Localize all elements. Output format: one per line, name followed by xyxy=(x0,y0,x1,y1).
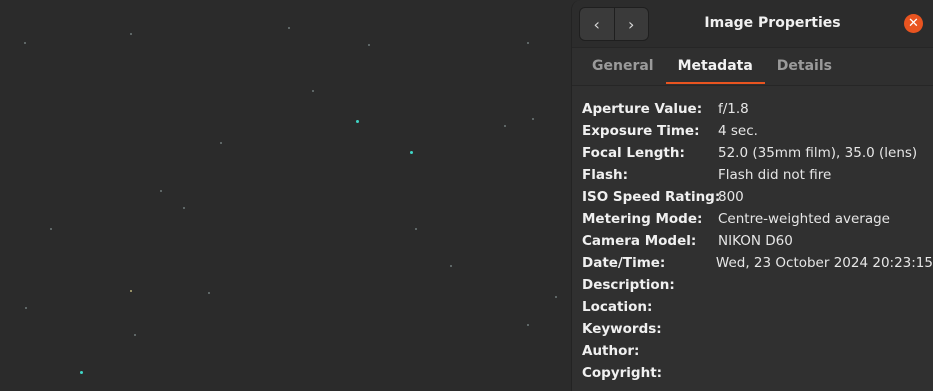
property-value: Wed, 23 October 2024 20:23:15 xyxy=(715,255,933,271)
star xyxy=(527,324,529,326)
star xyxy=(25,307,27,309)
property-label: Camera Model: xyxy=(582,233,697,249)
forward-button[interactable]: › xyxy=(613,8,649,40)
close-button[interactable]: ✕ xyxy=(904,14,923,33)
chevron-right-icon: › xyxy=(628,14,635,34)
metadata-row: Keywords: xyxy=(582,318,933,340)
star xyxy=(50,228,52,230)
star xyxy=(183,207,185,209)
panel-header: ‹ › Image Properties ✕ xyxy=(572,0,933,47)
panel-title: Image Properties xyxy=(704,15,841,31)
chevron-left-icon: ‹ xyxy=(593,14,600,34)
metadata-row: Copyright: xyxy=(582,362,933,384)
metadata-list: Aperture Value: f/1.8 Exposure Time: 4 s… xyxy=(572,86,933,384)
property-label: Flash: xyxy=(582,167,629,183)
tab-details[interactable]: Details xyxy=(765,48,844,84)
star xyxy=(160,190,162,192)
star xyxy=(356,120,359,123)
metadata-row: Date/Time: Wed, 23 October 2024 20:23:15 xyxy=(582,252,933,274)
star xyxy=(288,27,290,29)
star xyxy=(134,334,136,336)
star xyxy=(527,42,529,44)
property-label: Exposure Time: xyxy=(582,123,700,139)
property-label: ISO Speed Rating: xyxy=(582,189,721,205)
metadata-row: ISO Speed Rating: 800 xyxy=(582,186,933,208)
metadata-row: Focal Length: 52.0 (35mm film), 35.0 (le… xyxy=(582,142,933,164)
property-label: Keywords: xyxy=(582,321,662,337)
property-value: f/1.8 xyxy=(718,101,749,117)
metadata-row: Camera Model: NIKON D60 xyxy=(582,230,933,252)
metadata-row: Description: xyxy=(582,274,933,296)
property-label: Aperture Value: xyxy=(582,101,703,117)
tab-metadata[interactable]: Metadata xyxy=(665,48,765,84)
metadata-row: Exposure Time: 4 sec. xyxy=(582,120,933,142)
star xyxy=(80,371,83,374)
property-value: 4 sec. xyxy=(718,123,758,139)
star xyxy=(415,228,417,230)
star xyxy=(130,33,132,35)
star xyxy=(532,118,534,120)
star xyxy=(504,125,506,127)
image-properties-panel: ‹ › Image Properties ✕ General Metadata … xyxy=(571,0,933,391)
property-value: 800 xyxy=(718,189,744,205)
star xyxy=(368,44,370,46)
star xyxy=(555,296,557,298)
star xyxy=(220,142,222,144)
metadata-row: Author: xyxy=(582,340,933,362)
star xyxy=(410,151,413,154)
metadata-row: Metering Mode: Centre-weighted average xyxy=(582,208,933,230)
property-value: NIKON D60 xyxy=(718,233,793,249)
star xyxy=(312,90,314,92)
metadata-row: Flash: Flash did not fire xyxy=(582,164,933,186)
property-label: Location: xyxy=(582,299,653,315)
property-value: Flash did not fire xyxy=(718,167,832,183)
property-label: Copyright: xyxy=(582,365,663,381)
tab-general[interactable]: General xyxy=(580,48,666,84)
metadata-row: Aperture Value: f/1.8 xyxy=(582,98,933,120)
star xyxy=(130,290,132,292)
tab-bar: General Metadata Details xyxy=(572,47,933,86)
property-label: Metering Mode: xyxy=(582,211,703,227)
property-value: Centre-weighted average xyxy=(718,211,890,227)
back-button[interactable]: ‹ xyxy=(580,8,614,40)
property-label: Description: xyxy=(582,277,675,293)
metadata-row: Location: xyxy=(582,296,933,318)
close-icon: ✕ xyxy=(908,16,919,31)
star xyxy=(208,292,210,294)
property-label: Focal Length: xyxy=(582,145,685,161)
star xyxy=(24,42,26,44)
property-value: 52.0 (35mm film), 35.0 (lens) xyxy=(718,145,918,161)
star xyxy=(450,265,452,267)
navigation-group: ‹ › xyxy=(579,7,649,41)
property-label: Date/Time: xyxy=(582,255,666,271)
property-label: Author: xyxy=(582,343,640,359)
